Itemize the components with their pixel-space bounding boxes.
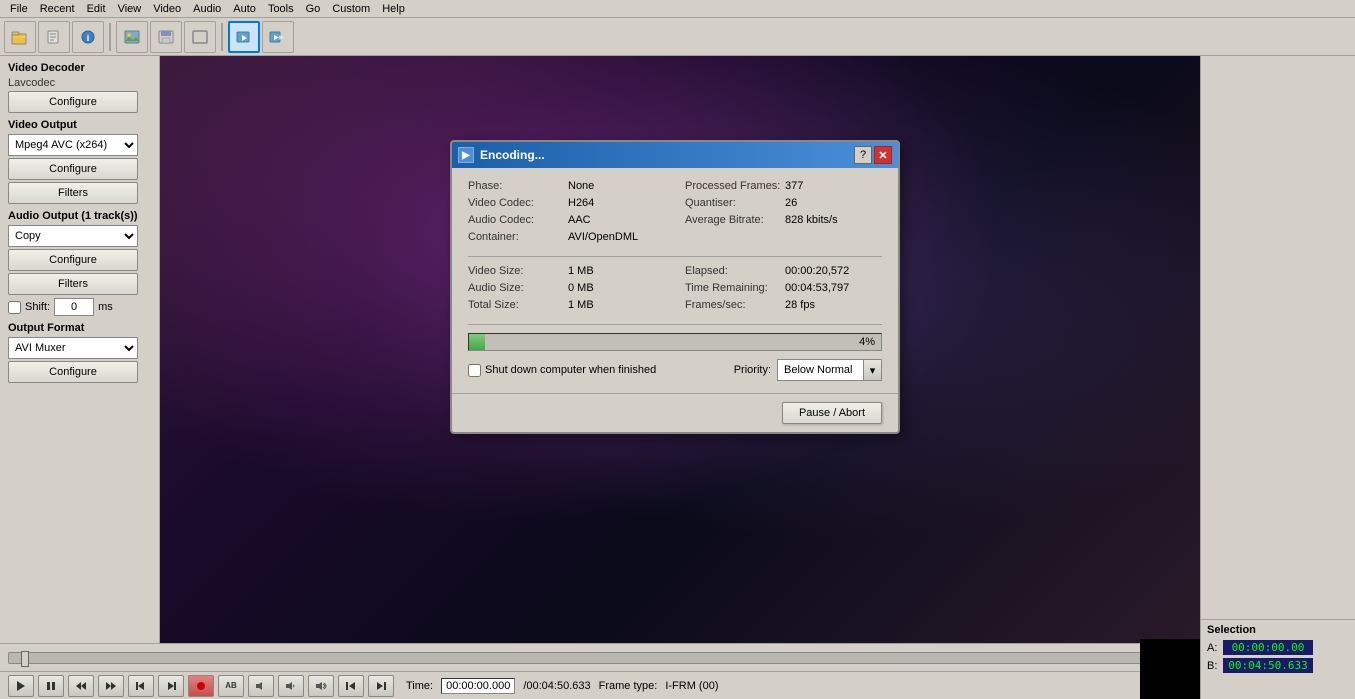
priority-dropdown[interactable]: Below Normal ▾ <box>777 359 882 381</box>
dialog-title: ▶ Encoding... <box>458 147 545 163</box>
audio-size-label: Audio Size: <box>468 282 568 294</box>
quantiser-row: Quantiser: 26 <box>685 197 882 209</box>
video-size-label: Video Size: <box>468 265 568 277</box>
audio-codec-label: Audio Codec: <box>468 214 568 226</box>
avg-bitrate-value: 828 kbits/s <box>785 214 838 226</box>
pause-abort-btn[interactable]: Pause / Abort <box>782 402 882 424</box>
dialog-time-right: Elapsed: 00:00:20,572 Time Remaining: 00… <box>685 265 882 316</box>
video-size-value: 1 MB <box>568 265 594 277</box>
progress-section: 4% <box>468 333 882 351</box>
time-remaining-value: 00:04:53,797 <box>785 282 849 294</box>
priority-section: Priority: Below Normal ▾ <box>734 359 882 381</box>
encoding-dialog: ▶ Encoding... ? ✕ Phase: None Video Code… <box>450 140 900 434</box>
priority-value: Below Normal <box>778 364 863 376</box>
audio-size-value: 0 MB <box>568 282 594 294</box>
dialog-close-btn[interactable]: ✕ <box>874 146 892 164</box>
container-value: AVI/OpenDML <box>568 231 638 243</box>
avg-bitrate-row: Average Bitrate: 828 kbits/s <box>685 214 882 226</box>
total-size-label: Total Size: <box>468 299 568 311</box>
processed-frames-label: Processed Frames: <box>685 180 785 192</box>
video-size-row: Video Size: 1 MB <box>468 265 665 277</box>
quantiser-value: 26 <box>785 197 797 209</box>
audio-codec-value: AAC <box>568 214 591 226</box>
progress-bar-fill <box>469 334 485 350</box>
progress-bar-container: 4% <box>468 333 882 351</box>
dialog-divider-2 <box>468 324 882 325</box>
phase-row: Phase: None <box>468 180 665 192</box>
priority-arrow-icon[interactable]: ▾ <box>863 360 881 380</box>
processed-frames-row: Processed Frames: 377 <box>685 180 882 192</box>
video-codec-label: Video Codec: <box>468 197 568 209</box>
shutdown-left: Shut down computer when finished <box>468 364 656 377</box>
dialog-controls: ? ✕ <box>854 146 892 164</box>
dialog-help-btn[interactable]: ? <box>854 146 872 164</box>
dialog-info-grid: Phase: None Video Codec: H264 Audio Code… <box>468 180 882 248</box>
time-remaining-row: Time Remaining: 00:04:53,797 <box>685 282 882 294</box>
frames-sec-value: 28 fps <box>785 299 815 311</box>
frames-sec-label: Frames/sec: <box>685 299 785 311</box>
video-codec-value: H264 <box>568 197 594 209</box>
phase-label: Phase: <box>468 180 568 192</box>
dialog-overlay: ▶ Encoding... ? ✕ Phase: None Video Code… <box>0 0 1355 699</box>
total-size-row: Total Size: 1 MB <box>468 299 665 311</box>
priority-label: Priority: <box>734 364 771 376</box>
dialog-content: Phase: None Video Codec: H264 Audio Code… <box>452 168 898 393</box>
dialog-divider-1 <box>468 256 882 257</box>
container-row: Container: AVI/OpenDML <box>468 231 665 243</box>
audio-size-row: Audio Size: 0 MB <box>468 282 665 294</box>
dialog-size-left: Video Size: 1 MB Audio Size: 0 MB Total … <box>468 265 665 316</box>
dialog-footer: Pause / Abort <box>452 393 898 432</box>
dialog-left-col: Phase: None Video Codec: H264 Audio Code… <box>468 180 665 248</box>
elapsed-label: Elapsed: <box>685 265 785 277</box>
audio-codec-row: Audio Codec: AAC <box>468 214 665 226</box>
container-label: Container: <box>468 231 568 243</box>
dialog-right-col: Processed Frames: 377 Quantiser: 26 Aver… <box>685 180 882 248</box>
dialog-titlebar: ▶ Encoding... ? ✕ <box>452 142 898 168</box>
dialog-title-icon: ▶ <box>458 147 474 163</box>
avg-bitrate-label: Average Bitrate: <box>685 214 785 226</box>
video-codec-row: Video Codec: H264 <box>468 197 665 209</box>
shutdown-row: Shut down computer when finished Priorit… <box>468 359 882 381</box>
shutdown-checkbox[interactable] <box>468 364 481 377</box>
dialog-title-text: Encoding... <box>480 148 545 162</box>
elapsed-value: 00:00:20,572 <box>785 265 849 277</box>
dialog-size-grid: Video Size: 1 MB Audio Size: 0 MB Total … <box>468 265 882 316</box>
shutdown-label: Shut down computer when finished <box>485 364 656 376</box>
elapsed-row: Elapsed: 00:00:20,572 <box>685 265 882 277</box>
phase-value: None <box>568 180 594 192</box>
time-remaining-label: Time Remaining: <box>685 282 785 294</box>
progress-text: 4% <box>859 336 875 348</box>
quantiser-label: Quantiser: <box>685 197 785 209</box>
processed-frames-value: 377 <box>785 180 803 192</box>
total-size-value: 1 MB <box>568 299 594 311</box>
frames-sec-row: Frames/sec: 28 fps <box>685 299 882 311</box>
